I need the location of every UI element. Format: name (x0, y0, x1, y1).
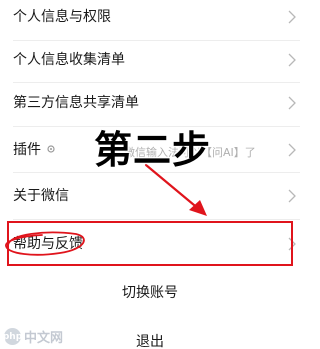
step-label: 第二步 (94, 127, 212, 172)
menu-item-label: 个人信息与权限 (13, 9, 111, 25)
circle-annotation (5, 231, 85, 256)
php-logo-icon: php (3, 328, 22, 345)
watermark-text: 中文网 (24, 331, 64, 346)
chevron-right-icon (288, 189, 296, 203)
chevron-right-icon (288, 10, 296, 24)
chevron-right-icon (288, 96, 296, 110)
menu-item-label: 关于微信 (13, 188, 69, 204)
menu-item-personal-info-collection[interactable]: 个人信息收集清单 (0, 37, 300, 83)
chevron-right-icon (288, 53, 296, 67)
menu-item-privacy-permissions[interactable]: 个人信息与权限 (0, 0, 300, 40)
menu-item-label: 第三方信息共享清单 (13, 95, 139, 111)
chevron-right-icon (288, 143, 296, 157)
gear-icon (47, 145, 55, 153)
menu-item-label: 插件 (13, 142, 41, 158)
watermark-logo: php 中文网 (3, 327, 64, 346)
switch-account-button[interactable]: 切换账号 (0, 282, 300, 302)
menu-item-label: 个人信息收集清单 (13, 52, 125, 68)
